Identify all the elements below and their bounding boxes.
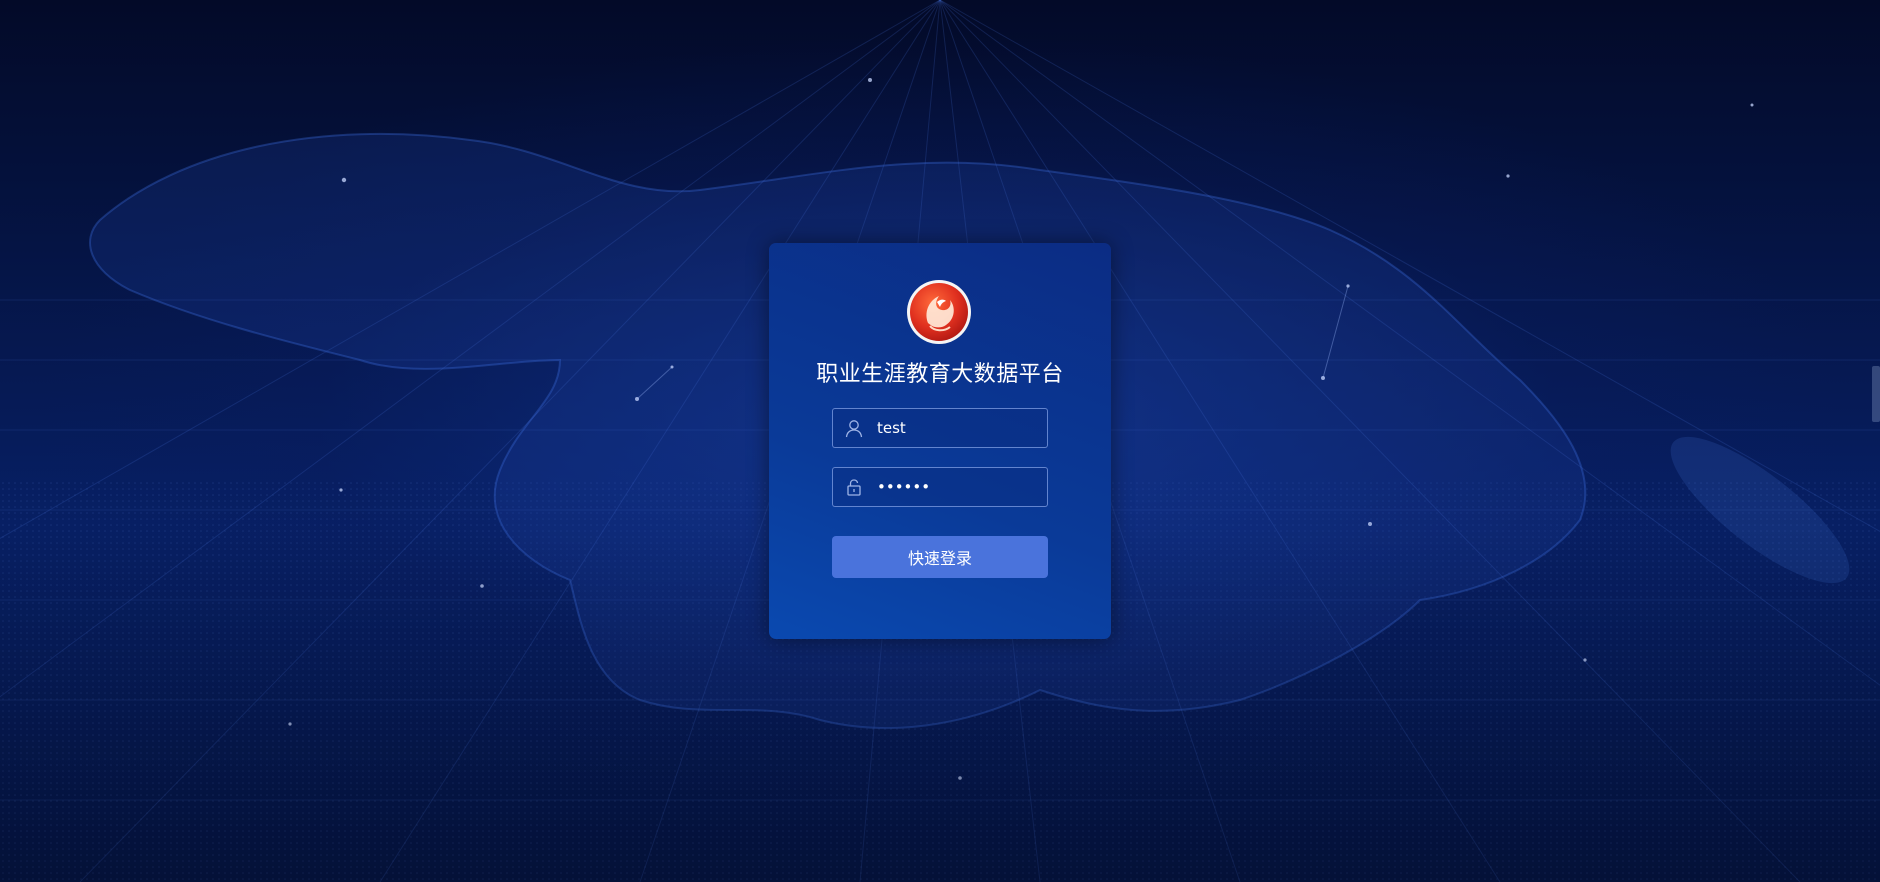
username-field[interactable] — [832, 408, 1048, 448]
scroll-handle[interactable] — [1872, 366, 1880, 422]
app-title: 职业生涯教育大数据平台 — [816, 362, 1064, 387]
username-input[interactable] — [877, 409, 1037, 447]
login-card: 职业生涯教育大数据平台 快速登录 — [769, 243, 1111, 639]
phoenix-logo — [907, 280, 971, 344]
user-icon — [845, 420, 863, 438]
password-input[interactable] — [877, 468, 1037, 506]
login-button[interactable]: 快速登录 — [832, 536, 1048, 578]
lock-icon — [847, 479, 861, 496]
password-field[interactable] — [832, 467, 1048, 507]
